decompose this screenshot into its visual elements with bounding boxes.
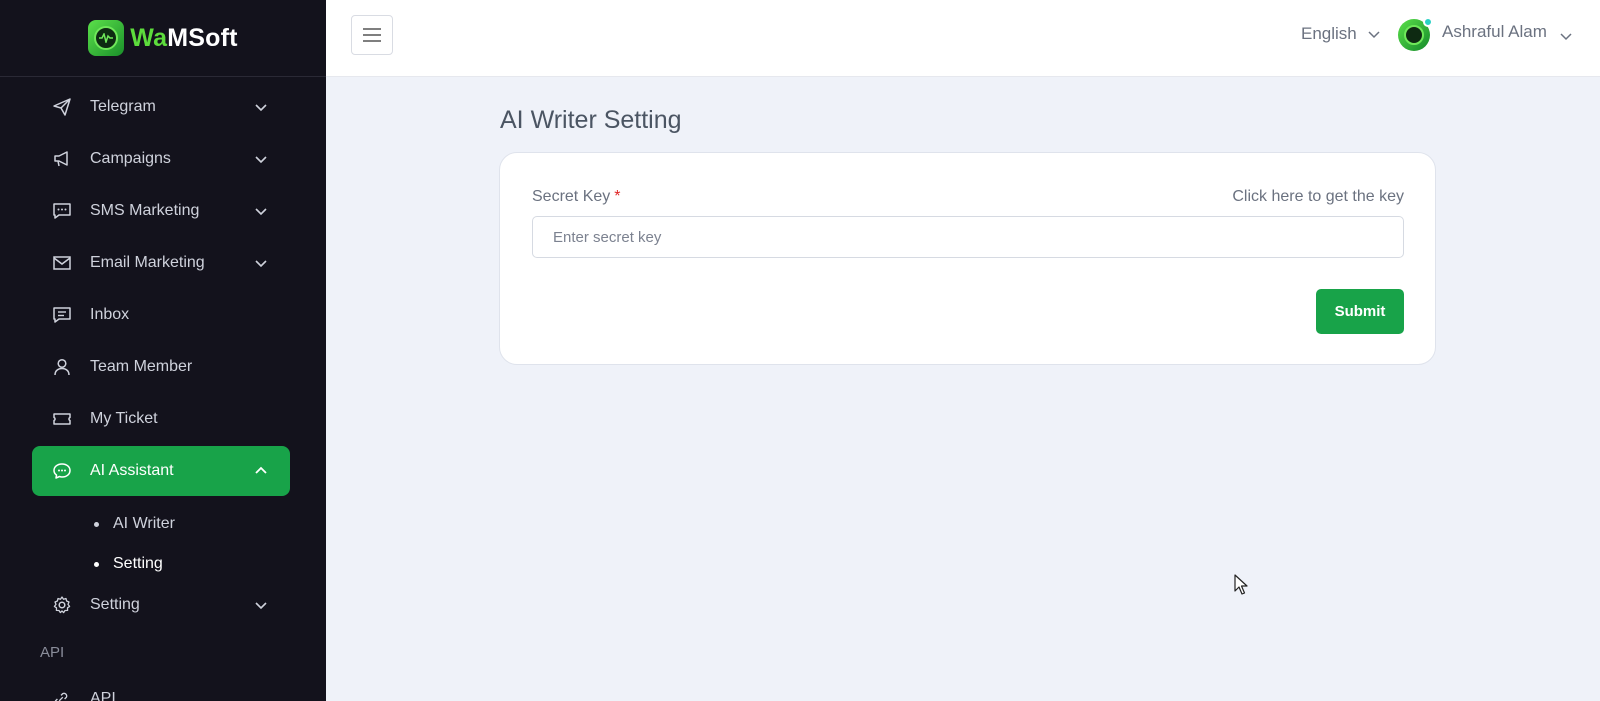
bullet-dot xyxy=(94,521,99,527)
sidebar-item-sms-marketing[interactable]: SMS Marketing xyxy=(32,186,290,236)
sidebar-item-ai-assistant[interactable]: AI Assistant xyxy=(32,446,290,496)
sidebar-item-team-member[interactable]: Team Member xyxy=(32,342,290,392)
sidebar-item-label: AI Assistant xyxy=(90,462,174,479)
megaphone-icon xyxy=(54,151,68,167)
top-header: English Ashraful Alam xyxy=(326,0,1600,77)
sidebar-item-label: API xyxy=(90,690,116,701)
language-selector[interactable]: English xyxy=(1301,24,1381,44)
chat-dots-icon xyxy=(53,203,71,219)
chevron-down-icon xyxy=(1368,31,1380,39)
ticket-icon xyxy=(53,413,71,425)
logo-icon xyxy=(88,20,125,56)
user-menu[interactable]: Ashraful Alam xyxy=(1398,16,1573,51)
settings-card: Secret Key* Click here to get the key Su… xyxy=(499,152,1436,365)
sidebar-item-campaigns[interactable]: Campaigns xyxy=(32,134,290,184)
brand-name: WaMSoft xyxy=(130,24,237,53)
sidebar: WaMSoft Telegram Campaigns SMS Marketing… xyxy=(0,0,326,701)
chevron-down-icon xyxy=(255,104,267,112)
sidebar-item-label: Telegram xyxy=(90,98,156,115)
mail-icon xyxy=(53,256,71,270)
send-icon xyxy=(53,98,71,116)
secret-key-input[interactable] xyxy=(532,216,1404,258)
chevron-down-icon xyxy=(255,156,267,164)
sidebar-item-label: My Ticket xyxy=(90,410,158,427)
chevron-down-icon xyxy=(255,602,267,610)
brand-msoft: MSoft xyxy=(167,23,238,52)
gear-icon xyxy=(53,596,71,614)
mouse-cursor-icon xyxy=(1234,574,1248,595)
link-icon xyxy=(54,692,68,701)
sidebar-item-my-ticket[interactable]: My Ticket xyxy=(32,394,290,444)
chevron-down-icon xyxy=(1560,32,1572,40)
menu-toggle-button[interactable] xyxy=(351,15,393,55)
avatar xyxy=(1398,17,1433,51)
submenu-item-ai-writer[interactable]: AI Writer xyxy=(94,515,175,533)
ai-chat-icon xyxy=(53,463,71,479)
logo[interactable]: WaMSoft xyxy=(0,0,326,77)
secret-key-label: Secret Key * xyxy=(532,188,621,206)
sidebar-item-setting[interactable]: Setting xyxy=(32,580,290,630)
sidebar-section-api: API xyxy=(40,644,65,661)
brand-wa: Wa xyxy=(130,23,168,52)
user-icon xyxy=(54,358,70,376)
submenu-item-label: AI Writer xyxy=(113,515,175,532)
get-key-link[interactable]: Click here to get the key xyxy=(1232,188,1404,206)
message-icon xyxy=(53,307,71,323)
sidebar-item-telegram[interactable]: Telegram xyxy=(32,82,290,132)
sidebar-item-label: Campaigns xyxy=(90,150,171,167)
hamburger-icon xyxy=(363,28,381,42)
sidebar-item-api[interactable]: API xyxy=(32,686,290,701)
required-mark: * xyxy=(614,188,621,205)
user-name: Ashraful Alam xyxy=(1442,22,1547,41)
submit-button[interactable]: Submit xyxy=(1316,289,1404,334)
secret-key-label-text: Secret Key xyxy=(532,188,611,205)
sidebar-item-inbox[interactable]: Inbox xyxy=(32,290,290,340)
sidebar-item-label: Email Marketing xyxy=(90,254,205,271)
submenu-item-setting[interactable]: Setting xyxy=(94,555,163,573)
sidebar-item-label: Team Member xyxy=(90,358,193,375)
submenu-item-label: Setting xyxy=(113,555,163,572)
sidebar-item-label: Inbox xyxy=(90,306,130,323)
sidebar-item-email-marketing[interactable]: Email Marketing xyxy=(32,238,290,288)
chevron-down-icon xyxy=(255,208,267,216)
chevron-up-icon xyxy=(255,466,267,474)
sidebar-item-label: SMS Marketing xyxy=(90,202,200,219)
language-label: English xyxy=(1301,24,1357,43)
bullet-dot xyxy=(94,561,99,567)
sidebar-item-label: Setting xyxy=(90,596,140,613)
page-title: AI Writer Setting xyxy=(500,106,682,134)
online-status-dot xyxy=(1423,17,1433,27)
chevron-down-icon xyxy=(255,260,267,268)
